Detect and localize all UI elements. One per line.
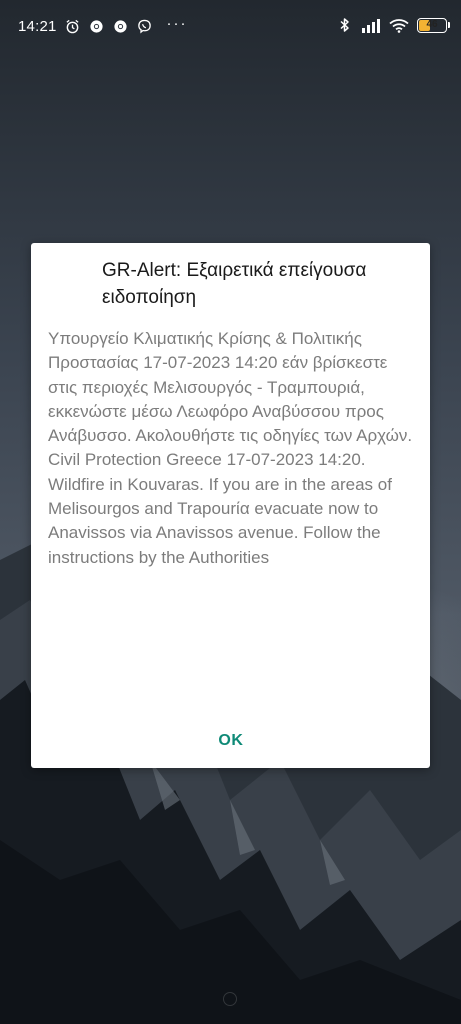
status-bar-left: 14:21 ··· bbox=[18, 15, 188, 35]
emergency-alert-dialog: GR-Alert: Εξαιρετικά επείγουσα ειδοποίησ… bbox=[31, 243, 430, 768]
chrome-icon bbox=[89, 19, 105, 35]
home-indicator bbox=[223, 992, 237, 1006]
status-time: 14:21 bbox=[18, 18, 57, 35]
dialog-title: GR-Alert: Εξαιρετικά επείγουσα ειδοποίησ… bbox=[102, 260, 367, 308]
chrome-icon bbox=[113, 19, 129, 35]
wifi-icon bbox=[389, 17, 409, 33]
signal-icon bbox=[361, 17, 381, 33]
alarm-clock-icon bbox=[65, 19, 81, 35]
battery-nub bbox=[448, 21, 450, 28]
ok-button[interactable]: OK bbox=[201, 723, 261, 759]
dialog-message: Υπουργείο Κλιματικής Κρίσης & Πολιτικής … bbox=[48, 329, 413, 567]
status-bar: 14:21 ··· 46 bbox=[0, 0, 461, 56]
battery-level-text: 46 bbox=[426, 18, 438, 30]
viber-icon bbox=[137, 19, 153, 35]
battery-indicator: 46 bbox=[417, 17, 450, 33]
more-notifications-indicator: ··· bbox=[166, 15, 188, 32]
bluetooth-icon bbox=[337, 17, 353, 33]
status-bar-right: 46 bbox=[337, 17, 450, 33]
